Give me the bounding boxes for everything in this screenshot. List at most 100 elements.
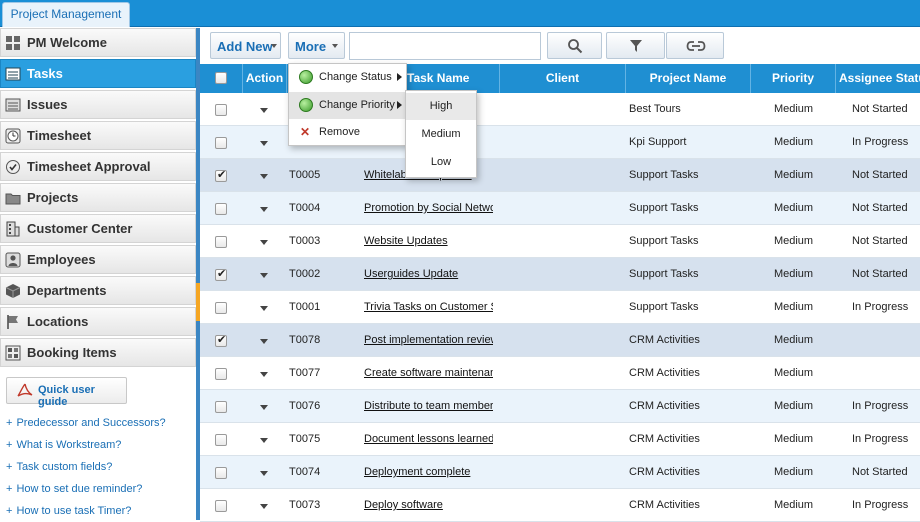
table-row[interactable]: T0073 Deploy software CRM Activities Medium…	[200, 489, 920, 522]
top-bar: Project Management	[0, 0, 920, 27]
quick-user-guide-button[interactable]: Quick user guide	[6, 377, 127, 408]
task-name-link[interactable]: Website Updates	[364, 225, 493, 258]
flag-icon	[7, 315, 18, 329]
task-id: T0075	[289, 433, 321, 445]
filter-icon	[630, 40, 642, 52]
chevron-down-icon	[332, 44, 338, 48]
row-checkbox[interactable]	[215, 168, 227, 182]
row-action-caret-icon[interactable]	[260, 471, 268, 476]
project-name: Support Tasks	[629, 235, 699, 247]
help-link-custom-fields[interactable]: + Task custom fields?	[6, 461, 112, 473]
priority: Medium	[773, 334, 814, 346]
table-row[interactable]: T0004 Promotion by Social Networ Support T…	[200, 192, 920, 225]
row-action-caret-icon[interactable]	[260, 108, 268, 113]
assignee-status: Not Started	[852, 103, 908, 115]
task-name-link[interactable]: Document lessons learned	[364, 423, 493, 456]
assignee-status: In Progress	[852, 400, 909, 412]
priority-option-high[interactable]: High	[406, 93, 476, 120]
table-row[interactable]: T0005Whitelabel companiesSupport TasksMe…	[200, 159, 920, 192]
row-action-caret-icon[interactable]	[260, 339, 268, 344]
sidebar-item-pm-welcome[interactable]: PM Welcome	[0, 28, 196, 57]
sidebar-item-label: Employees	[27, 252, 96, 267]
sidebar-item-timesheet-approval[interactable]: Timesheet Approval	[0, 152, 196, 181]
task-name-link[interactable]: Deployment complete	[364, 456, 493, 489]
search-button[interactable]	[547, 32, 602, 59]
sidebar-item-departments[interactable]: Departments	[0, 276, 196, 305]
help-link-task-timer[interactable]: + How to use task Timer?	[6, 505, 131, 517]
table-row[interactable]: T0075 Document lessons learned CRM Activit…	[200, 423, 920, 456]
sidebar-item-timesheet[interactable]: Timesheet	[0, 121, 196, 150]
column-header-project-name[interactable]: Project Name	[626, 64, 751, 93]
column-header-client[interactable]: Client	[500, 64, 626, 93]
help-link-due-reminder[interactable]: + How to set due reminder?	[6, 483, 142, 495]
help-link-predecessor[interactable]: + Predecessor and Successors?	[6, 417, 166, 429]
row-checkbox[interactable]	[215, 302, 227, 314]
reset-button[interactable]	[666, 32, 724, 59]
table-row[interactable]: T0001 Trivia Tasks on Customer S Support T…	[200, 291, 920, 324]
table-row[interactable]: T0077 Create software maintenan CRM Activi…	[200, 357, 920, 390]
row-action-caret-icon[interactable]	[260, 174, 268, 179]
table-row[interactable]: T0076 Distribute to team members CRM Activ…	[200, 390, 920, 423]
row-action-caret-icon[interactable]	[260, 372, 268, 377]
row-checkbox[interactable]	[215, 434, 227, 446]
assignee-status: Not Started	[852, 466, 908, 478]
sidebar-item-issues[interactable]: Issues	[0, 90, 196, 119]
issues-icon	[5, 98, 21, 112]
help-link-workstream[interactable]: + What is Workstream?	[6, 439, 121, 451]
task-name-link[interactable]: Promotion by Social Networ	[364, 192, 493, 225]
sidebar-item-tasks[interactable]: Tasks	[0, 59, 196, 88]
row-checkbox[interactable]	[215, 104, 227, 116]
menu-item-change-status[interactable]: Change Status	[289, 64, 406, 91]
sidebar-item-projects[interactable]: Projects	[0, 183, 196, 212]
row-checkbox[interactable]	[215, 137, 227, 149]
task-name-link[interactable]: Deploy software	[364, 489, 493, 522]
row-action-caret-icon[interactable]	[260, 207, 268, 212]
row-checkbox[interactable]	[215, 467, 227, 479]
sidebar-item-locations[interactable]: Locations	[0, 307, 196, 336]
column-header-assignee-status[interactable]: Assignee Status	[836, 64, 920, 93]
menu-item-remove[interactable]: ✕ Remove	[289, 119, 406, 146]
sidebar-item-customer-center[interactable]: Customer Center	[0, 214, 196, 243]
task-name-link[interactable]: Trivia Tasks on Customer S	[364, 291, 493, 324]
priority: Medium	[773, 268, 814, 280]
row-action-caret-icon[interactable]	[260, 240, 268, 245]
priority-option-low[interactable]: Low	[406, 149, 476, 176]
row-action-caret-icon[interactable]	[260, 504, 268, 509]
task-id: T0078	[289, 334, 321, 346]
task-id: T0077	[289, 367, 321, 379]
row-checkbox[interactable]	[215, 500, 227, 512]
row-action-caret-icon[interactable]	[260, 141, 268, 146]
sidebar-item-employees[interactable]: Employees	[0, 245, 196, 274]
task-name-link[interactable]: Distribute to team members	[364, 390, 493, 423]
task-name-link[interactable]: Userguides Update	[364, 258, 493, 291]
task-name-link[interactable]: Create software maintenan	[364, 357, 493, 390]
row-action-caret-icon[interactable]	[260, 306, 268, 311]
column-header-action[interactable]: Action	[243, 64, 287, 93]
row-action-caret-icon[interactable]	[260, 438, 268, 443]
row-checkbox[interactable]	[215, 401, 227, 413]
table-row[interactable]: T0078 Post implementation review CRM Activ…	[200, 324, 920, 357]
grid-icon	[6, 36, 20, 50]
more-button[interactable]: More	[288, 32, 345, 59]
task-name-link[interactable]: Post implementation review	[364, 324, 493, 357]
table-row[interactable]: T0003 Website Updates Support Tasks Medium N…	[200, 225, 920, 258]
table-row[interactable]: T0074 Deployment complete CRM Activities Me…	[200, 456, 920, 489]
row-action-caret-icon[interactable]	[260, 273, 268, 278]
row-checkbox[interactable]	[215, 368, 227, 380]
sidebar-item-booking-items[interactable]: Booking Items	[0, 338, 196, 367]
filter-button[interactable]	[606, 32, 665, 59]
column-header-priority[interactable]: Priority	[751, 64, 836, 93]
row-checkbox[interactable]	[215, 236, 227, 248]
row-action-caret-icon[interactable]	[260, 405, 268, 410]
table-row[interactable]: T0002 Userguides Update Support Tasks Mediu…	[200, 258, 920, 291]
priority-option-medium[interactable]: Medium	[406, 121, 476, 148]
add-new-button[interactable]: Add New	[210, 32, 281, 59]
menu-item-change-priority[interactable]: Change Priority	[289, 92, 406, 119]
row-checkbox[interactable]	[215, 267, 227, 281]
row-checkbox[interactable]	[215, 203, 227, 215]
app-tab[interactable]: Project Management	[2, 2, 130, 27]
search-input[interactable]	[349, 32, 541, 60]
row-checkbox[interactable]	[215, 333, 227, 347]
assignee-status: In Progress	[852, 301, 909, 313]
select-all-checkbox[interactable]	[215, 72, 227, 84]
